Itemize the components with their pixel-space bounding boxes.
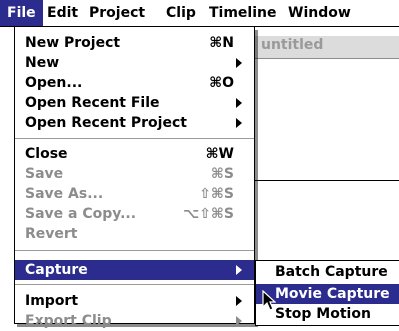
menu-item-open-recent-file[interactable]: Open Recent File <box>15 93 254 113</box>
shortcut-label: ⌘S <box>210 166 234 182</box>
menu-item-label: New <box>25 55 60 71</box>
submenu-arrow-icon <box>236 265 242 275</box>
shortcut-label: ⇧⌘S <box>199 186 234 202</box>
menu-item-import[interactable]: Import <box>15 291 254 311</box>
menu-item-label: Close <box>25 146 68 162</box>
menu-item-label: Export Clip <box>25 313 112 329</box>
menu-separator <box>15 138 254 139</box>
submenu-arrow-icon <box>236 118 242 128</box>
menu-item-save-a-copy: Save a Copy... ⌥⇧⌘S <box>15 204 254 224</box>
submenu-arrow-icon <box>236 296 242 306</box>
capture-submenu: Batch Capture Movie Capture Stop Motion <box>255 260 399 326</box>
submenu-item-movie-capture[interactable]: Movie Capture <box>256 284 399 304</box>
submenu-arrow-icon <box>236 316 242 326</box>
menu-item-label: Save <box>25 166 64 182</box>
window-title-bar[interactable]: untitled <box>251 36 399 59</box>
menu-item-label: Save a Copy... <box>25 206 137 222</box>
shortcut-label: ⌘N <box>209 35 234 51</box>
menu-file[interactable]: File <box>0 0 43 26</box>
shortcut-label: ⌥⇧⌘S <box>183 206 234 222</box>
menu-item-save: Save ⌘S <box>15 164 254 184</box>
menu-item-label: New Project <box>25 35 121 51</box>
menu-item-close[interactable]: Close ⌘W <box>15 144 254 164</box>
submenu-item-label: Batch Capture <box>275 264 388 280</box>
menu-item-label: Open... <box>25 75 83 91</box>
file-menu: New Project ⌘N New Open... ⌘O Open Recen… <box>14 27 255 329</box>
menu-item-open[interactable]: Open... ⌘O <box>15 73 254 93</box>
menu-item-label: Revert <box>25 226 78 242</box>
window-divider <box>251 180 399 181</box>
submenu-item-stop-motion[interactable]: Stop Motion <box>256 304 399 324</box>
submenu-item-label: Stop Motion <box>275 306 371 322</box>
menu-clip[interactable]: Clip <box>159 0 203 26</box>
menu-item-revert: Revert <box>15 224 254 244</box>
menu-item-label: Open Recent Project <box>25 115 187 131</box>
menu-item-label: Capture <box>25 262 88 278</box>
submenu-item-label: Movie Capture <box>275 286 390 302</box>
window-title: untitled <box>261 37 324 53</box>
menu-item-new[interactable]: New <box>15 53 254 73</box>
shortcut-label: ⌘W <box>205 146 234 162</box>
menu-item-export-clip: Export Clip <box>15 311 254 331</box>
menu-item-open-recent-project[interactable]: Open Recent Project <box>15 113 254 133</box>
menu-item-label: Import <box>25 293 79 309</box>
submenu-arrow-icon <box>236 58 242 68</box>
menu-item-save-as: Save As... ⇧⌘S <box>15 184 254 204</box>
menu-window[interactable]: Window <box>281 0 358 26</box>
menu-item-label: Save As... <box>25 186 104 202</box>
menu-project[interactable]: Project <box>82 0 152 26</box>
menu-separator <box>15 284 254 285</box>
menu-timeline[interactable]: Timeline <box>202 0 284 26</box>
shortcut-label: ⌘O <box>209 75 234 91</box>
menu-separator <box>15 250 254 251</box>
mouse-pointer-icon <box>262 290 276 311</box>
submenu-arrow-icon <box>236 98 242 108</box>
project-window: untitled <box>250 36 399 240</box>
menu-item-capture[interactable]: Capture <box>15 260 254 280</box>
menu-item-label: Open Recent File <box>25 95 160 111</box>
menu-bar: File Edit Project Clip Timeline Window <box>0 0 399 27</box>
submenu-item-batch-capture[interactable]: Batch Capture <box>256 262 399 282</box>
menu-item-new-project[interactable]: New Project ⌘N <box>15 33 254 53</box>
menu-edit[interactable]: Edit <box>40 0 85 26</box>
